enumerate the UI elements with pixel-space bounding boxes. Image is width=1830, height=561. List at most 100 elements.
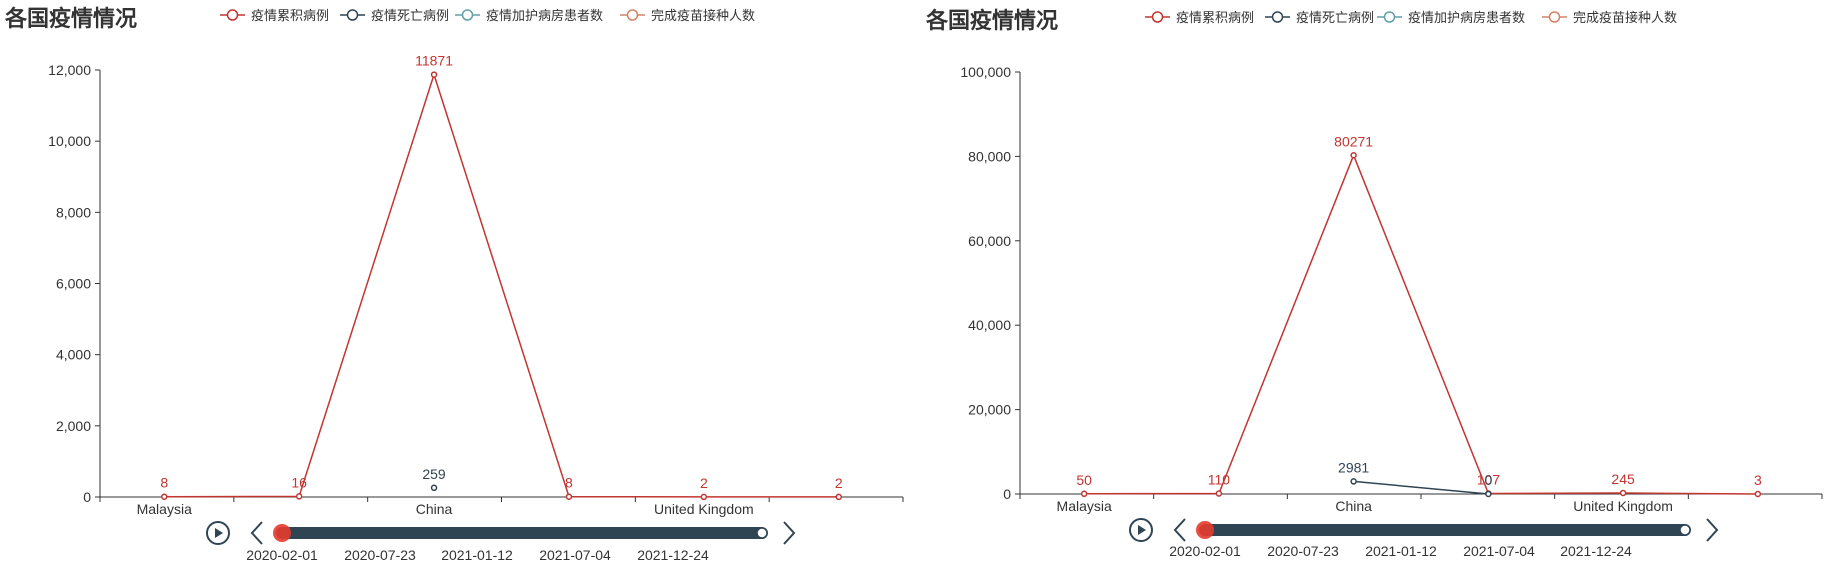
timeline-date-label[interactable]: 2021-01-12 bbox=[1365, 543, 1437, 559]
legend-marker-icon bbox=[346, 9, 359, 21]
data-label: 3 bbox=[1754, 472, 1762, 488]
data-point[interactable] bbox=[1080, 490, 1088, 498]
timeline-date-label[interactable]: 2021-12-24 bbox=[637, 547, 709, 561]
data-point[interactable] bbox=[430, 71, 438, 78]
legend-item-1[interactable]: 疫情死亡病例 bbox=[1265, 10, 1374, 26]
x-category-label: China bbox=[1335, 498, 1372, 514]
chart-panel-left: 各国疫情情况 疫情累积病例 疫情死亡病例 疫情加护病房患者数 完成疫苗接种人数 0 2,00… bbox=[0, 0, 915, 561]
legend-item-2[interactable]: 疫情加护病房患者数 bbox=[455, 8, 603, 24]
legend-label: 疫情加护病房患者数 bbox=[486, 8, 603, 24]
legend-label: 疫情死亡病例 bbox=[1296, 10, 1374, 26]
data-label: 11871 bbox=[415, 53, 453, 69]
timeline-date-label[interactable]: 2021-07-04 bbox=[1463, 543, 1535, 559]
y-tick-label: 12,000 bbox=[48, 62, 91, 78]
legend-label: 疫情死亡病例 bbox=[371, 8, 449, 24]
data-point[interactable] bbox=[1350, 152, 1357, 159]
data-point[interactable] bbox=[160, 493, 168, 500]
data-label: 8 bbox=[160, 475, 168, 491]
legend-item-0[interactable]: 疫情累积病例 bbox=[220, 8, 329, 24]
timeline-thumb[interactable] bbox=[1196, 521, 1214, 539]
chart-title: 各国疫情情况 bbox=[925, 8, 1058, 34]
timeline-date-label[interactable]: 2020-07-23 bbox=[1267, 543, 1339, 559]
y-tick-label: 100,000 bbox=[960, 64, 1011, 80]
legend-marker-icon bbox=[226, 9, 239, 21]
data-point[interactable] bbox=[1485, 490, 1492, 498]
x-category-label: United Kingdom bbox=[654, 501, 754, 517]
next-button[interactable] bbox=[783, 521, 796, 545]
data-label: 2981 bbox=[1338, 459, 1369, 475]
prev-button[interactable] bbox=[250, 521, 263, 545]
y-tick-label: 2,000 bbox=[56, 418, 91, 434]
y-tick-label: 0 bbox=[1003, 486, 1011, 502]
y-tick-label: 0 bbox=[83, 489, 91, 505]
timeline-end-marker[interactable] bbox=[1679, 524, 1691, 536]
data-label: 2 bbox=[835, 475, 843, 491]
legend-item-3[interactable]: 完成疫苗接种人数 bbox=[620, 8, 755, 24]
next-button[interactable] bbox=[1706, 518, 1719, 542]
legend-marker-icon bbox=[461, 9, 474, 21]
data-point[interactable] bbox=[835, 493, 843, 501]
chevron-right-icon bbox=[783, 521, 796, 545]
data-point[interactable] bbox=[1215, 490, 1223, 497]
chevron-left-icon bbox=[250, 521, 263, 545]
timeline-thumb[interactable] bbox=[273, 524, 291, 542]
line-chart-right: 各国疫情情况 疫情累积病例 疫情死亡病例 疫情加护病房患者数 完成疫苗接种人数 0 20,0… bbox=[925, 8, 1823, 559]
x-category-label: United Kingdom bbox=[1573, 498, 1673, 514]
data-label: 16 bbox=[291, 474, 307, 490]
timeline-date-label[interactable]: 2020-02-01 bbox=[1169, 543, 1241, 559]
legend-marker-icon bbox=[626, 9, 639, 21]
y-tick-label: 20,000 bbox=[968, 402, 1011, 418]
data-label: 80271 bbox=[1334, 133, 1373, 149]
y-tick-label: 6,000 bbox=[56, 276, 91, 292]
data-label: 245 bbox=[1611, 471, 1635, 487]
timeline-date-label[interactable]: 2021-01-12 bbox=[441, 547, 513, 561]
data-label: 110 bbox=[1208, 472, 1231, 488]
y-tick-label: 4,000 bbox=[56, 347, 91, 363]
legend-label: 疫情累积病例 bbox=[1176, 10, 1254, 26]
data-label: 8 bbox=[565, 475, 573, 491]
legend-marker-icon bbox=[1383, 11, 1396, 23]
timeline-date-label[interactable]: 2020-02-01 bbox=[246, 547, 318, 561]
legend-item-2[interactable]: 疫情加护病房患者数 bbox=[1377, 10, 1525, 26]
legend-item-0[interactable]: 疫情累积病例 bbox=[1145, 10, 1254, 26]
play-button[interactable] bbox=[206, 521, 230, 545]
data-label: 0 bbox=[1484, 472, 1492, 488]
legend-item-3[interactable]: 完成疫苗接种人数 bbox=[1542, 10, 1677, 26]
data-point[interactable] bbox=[295, 493, 303, 500]
timeline-date-label[interactable]: 2021-07-04 bbox=[539, 547, 611, 561]
timeline-end-marker[interactable] bbox=[756, 527, 768, 539]
legend-marker-icon bbox=[1548, 11, 1561, 23]
x-category-label: Malaysia bbox=[137, 501, 192, 517]
series-line-0 bbox=[1084, 153, 1758, 495]
series-line-1 bbox=[1353, 480, 1489, 495]
chart-title: 各国疫情情况 bbox=[4, 6, 137, 32]
data-point[interactable] bbox=[700, 493, 708, 501]
x-category-label: China bbox=[416, 501, 453, 517]
y-tick-label: 80,000 bbox=[968, 148, 1011, 164]
line-chart-left: 各国疫情情况 疫情累积病例 疫情死亡病例 疫情加护病房患者数 完成疫苗接种人数 0 2,00… bbox=[4, 6, 904, 561]
y-tick-label: 40,000 bbox=[968, 317, 1011, 333]
data-point[interactable] bbox=[1350, 478, 1357, 485]
timeline-date-label[interactable]: 2021-12-24 bbox=[1560, 543, 1632, 559]
y-tick-label: 8,000 bbox=[56, 204, 91, 220]
data-label: 259 bbox=[422, 466, 446, 482]
y-tick-label: 60,000 bbox=[968, 233, 1011, 249]
series-line-0 bbox=[164, 72, 839, 498]
legend-label: 完成疫苗接种人数 bbox=[1573, 10, 1677, 26]
data-point[interactable] bbox=[1754, 490, 1762, 498]
data-label: 50 bbox=[1076, 472, 1092, 488]
legend-marker-icon bbox=[1151, 11, 1164, 23]
data-point[interactable] bbox=[565, 493, 573, 500]
data-label: 2 bbox=[700, 475, 708, 491]
legend-marker-icon bbox=[1271, 11, 1284, 23]
y-tick-label: 10,000 bbox=[48, 133, 91, 149]
chart-panel-right: 各国疫情情况 疫情累积病例 疫情死亡病例 疫情加护病房患者数 完成疫苗接种人数 0 20,0… bbox=[915, 0, 1830, 561]
play-button[interactable] bbox=[1129, 518, 1153, 542]
prev-button[interactable] bbox=[1173, 518, 1186, 542]
legend-label: 疫情累积病例 bbox=[251, 8, 329, 24]
data-point[interactable] bbox=[1619, 489, 1627, 497]
chevron-right-icon bbox=[1706, 518, 1719, 542]
data-point[interactable] bbox=[430, 484, 438, 492]
timeline-date-label[interactable]: 2020-07-23 bbox=[344, 547, 416, 561]
legend-item-1[interactable]: 疫情死亡病例 bbox=[340, 8, 449, 24]
